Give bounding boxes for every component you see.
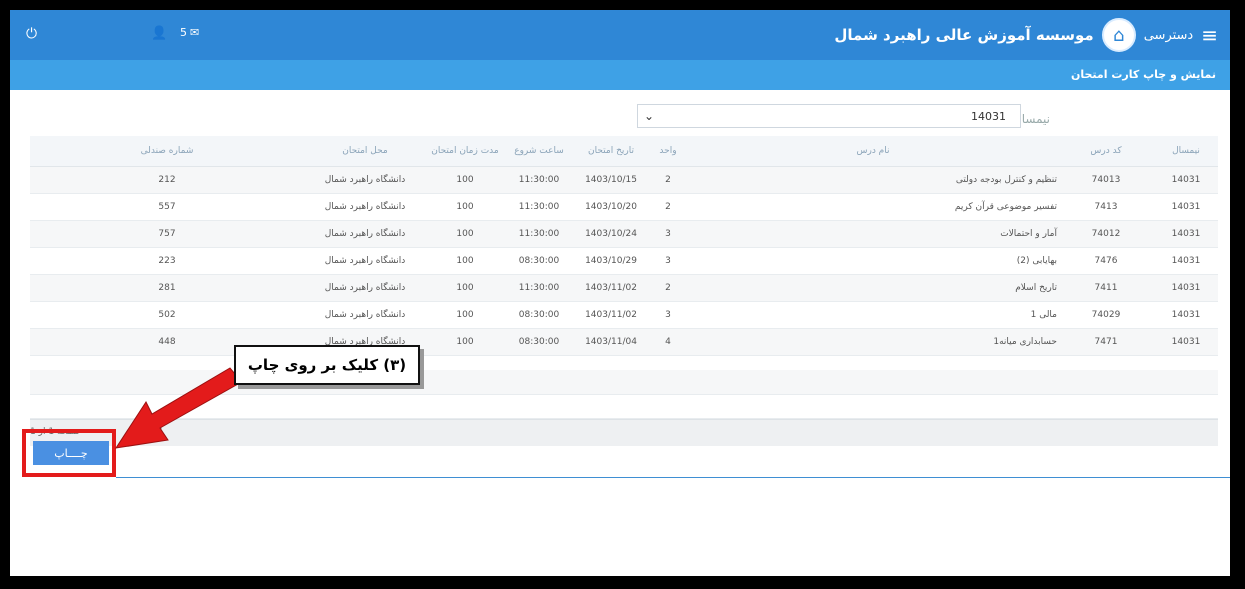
divider [116, 477, 1230, 478]
column-header[interactable]: واحد [648, 136, 688, 167]
table-row[interactable]: 14031 74013 تنظیم و کنترل بودجه دولتی 2 … [30, 166, 1218, 194]
column-header[interactable]: کد درس [1058, 136, 1154, 167]
table-row[interactable]: 14031 7411 تاریخ اسلام 2 1403/11/02 11:3… [30, 274, 1218, 302]
table-cell: 1403/11/02 [574, 301, 648, 329]
table-cell: 100 [426, 220, 504, 248]
table-cell: 100 [426, 301, 504, 329]
table-cell: 74029 [1058, 301, 1154, 329]
table-row[interactable]: 14031 74029 مالی 1 3 1403/11/02 08:30:00… [30, 301, 1218, 329]
table-header-row: نیمسال کد درس نام درس واحد تاریخ امتحان … [30, 136, 1218, 167]
table-cell: 08:30:00 [504, 301, 574, 329]
table-cell: تنظیم و کنترل بودجه دولتی [688, 166, 1058, 194]
table-cell: 14031 [1154, 193, 1218, 221]
table-cell: 1403/10/15 [574, 166, 648, 194]
table-cell: مالی 1 [688, 301, 1058, 329]
institute-title: موسسه آموزش عالی راهبرد شمال [834, 26, 1094, 44]
table-cell: 74013 [1058, 166, 1154, 194]
column-header[interactable]: شماره صندلی [30, 136, 304, 167]
table-cell: دانشگاه راهبرد شمال [304, 247, 426, 275]
column-header[interactable]: نیمسال [1154, 136, 1218, 167]
table-row[interactable]: 14031 7413 تفسیر موضوعی قرآن کریم 2 1403… [30, 193, 1218, 221]
semester-selected-value: 14031 [971, 110, 1006, 123]
instruction-callout: (۳) کلیک بر روی چاپ [234, 345, 420, 385]
table-cell: 3 [648, 220, 688, 248]
table-cell: 14031 [1154, 220, 1218, 248]
table-cell: 502 [30, 301, 304, 329]
table-cell: 7476 [1058, 247, 1154, 275]
table-cell: 2 [648, 274, 688, 302]
table-cell: 7413 [1058, 193, 1154, 221]
user-icon[interactable]: 👤 [151, 26, 167, 41]
table-cell: دانشگاه راهبرد شمال [304, 166, 426, 194]
top-bar: ≡ دسترسی ⌂ موسسه آموزش عالی راهبرد شمال … [10, 10, 1230, 60]
semester-select[interactable]: 14031 ⌄ [637, 104, 1021, 128]
table-cell: بهایابی (2) [688, 247, 1058, 275]
table-cell: 3 [648, 301, 688, 329]
chevron-down-icon: ⌄ [644, 109, 655, 123]
table-cell: 757 [30, 220, 304, 248]
table-row[interactable]: 14031 74012 آمار و احتمالات 3 1403/10/24… [30, 220, 1218, 248]
column-header[interactable]: مدت زمان امتحان [426, 136, 504, 167]
highlight-box [22, 429, 116, 477]
table-cell: تفسیر موضوعی قرآن کریم [688, 193, 1058, 221]
table-row[interactable]: 14031 7476 بهایابی (2) 3 1403/10/29 08:3… [30, 247, 1218, 275]
table-cell: 14031 [1154, 301, 1218, 329]
table-cell: 14031 [1154, 274, 1218, 302]
message-count: 5 [180, 26, 187, 39]
table-cell: 74012 [1058, 220, 1154, 248]
table-cell: دانشگاه راهبرد شمال [304, 301, 426, 329]
table-cell: 2 [648, 193, 688, 221]
access-menu-label[interactable]: دسترسی [1144, 28, 1194, 43]
table-cell: 100 [426, 193, 504, 221]
hamburger-menu-icon[interactable]: ≡ [1201, 25, 1218, 45]
table-cell: 1403/10/20 [574, 193, 648, 221]
table-cell: 1403/10/29 [574, 247, 648, 275]
table-cell: دانشگاه راهبرد شمال [304, 220, 426, 248]
institute-logo-icon: ⌂ [1101, 18, 1136, 52]
table-cell: 08:30:00 [504, 247, 574, 275]
table-cell: آمار و احتمالات [688, 220, 1058, 248]
app-screen: ≡ دسترسی ⌂ موسسه آموزش عالی راهبرد شمال … [10, 10, 1230, 576]
exam-table: نیمسال کد درس نام درس واحد تاریخ امتحان … [30, 136, 1218, 356]
table-cell: 14031 [1154, 247, 1218, 275]
page-title: نمایش و چاپ کارت امتحان [1070, 68, 1216, 81]
column-header[interactable]: محل امتحان [304, 136, 426, 167]
table-cell: 223 [30, 247, 304, 275]
arrow-icon [114, 367, 241, 449]
table-cell: 100 [426, 166, 504, 194]
table-cell: 7411 [1058, 274, 1154, 302]
table-cell: 100 [426, 274, 504, 302]
table-cell: تاریخ اسلام [688, 274, 1058, 302]
column-header[interactable]: تاریخ امتحان [574, 136, 648, 167]
power-icon[interactable]: ⏻ [26, 26, 37, 42]
table-cell: 281 [30, 274, 304, 302]
table-cell: 11:30:00 [504, 193, 574, 221]
brand: ≡ دسترسی ⌂ موسسه آموزش عالی راهبرد شمال [834, 18, 1218, 52]
table-cell: 1403/10/24 [574, 220, 648, 248]
column-header[interactable]: ساعت شروع [504, 136, 574, 167]
table-cell: دانشگاه راهبرد شمال [304, 274, 426, 302]
table-cell: 100 [426, 247, 504, 275]
table-cell: 11:30:00 [504, 220, 574, 248]
table-cell: 3 [648, 247, 688, 275]
envelope-icon: ✉ [190, 26, 200, 39]
table-cell: 2 [648, 166, 688, 194]
table-cell: 212 [30, 166, 304, 194]
table-cell: 11:30:00 [504, 166, 574, 194]
table-cell: 557 [30, 193, 304, 221]
table-cell: 11:30:00 [504, 274, 574, 302]
table-cell: دانشگاه راهبرد شمال [304, 193, 426, 221]
column-header[interactable]: نام درس [688, 136, 1058, 167]
table-cell: 1403/11/02 [574, 274, 648, 302]
sub-header: نمایش و چاپ کارت امتحان [10, 60, 1230, 90]
table-cell: 14031 [1154, 166, 1218, 194]
messages-link[interactable]: 5 ✉ [180, 26, 199, 39]
